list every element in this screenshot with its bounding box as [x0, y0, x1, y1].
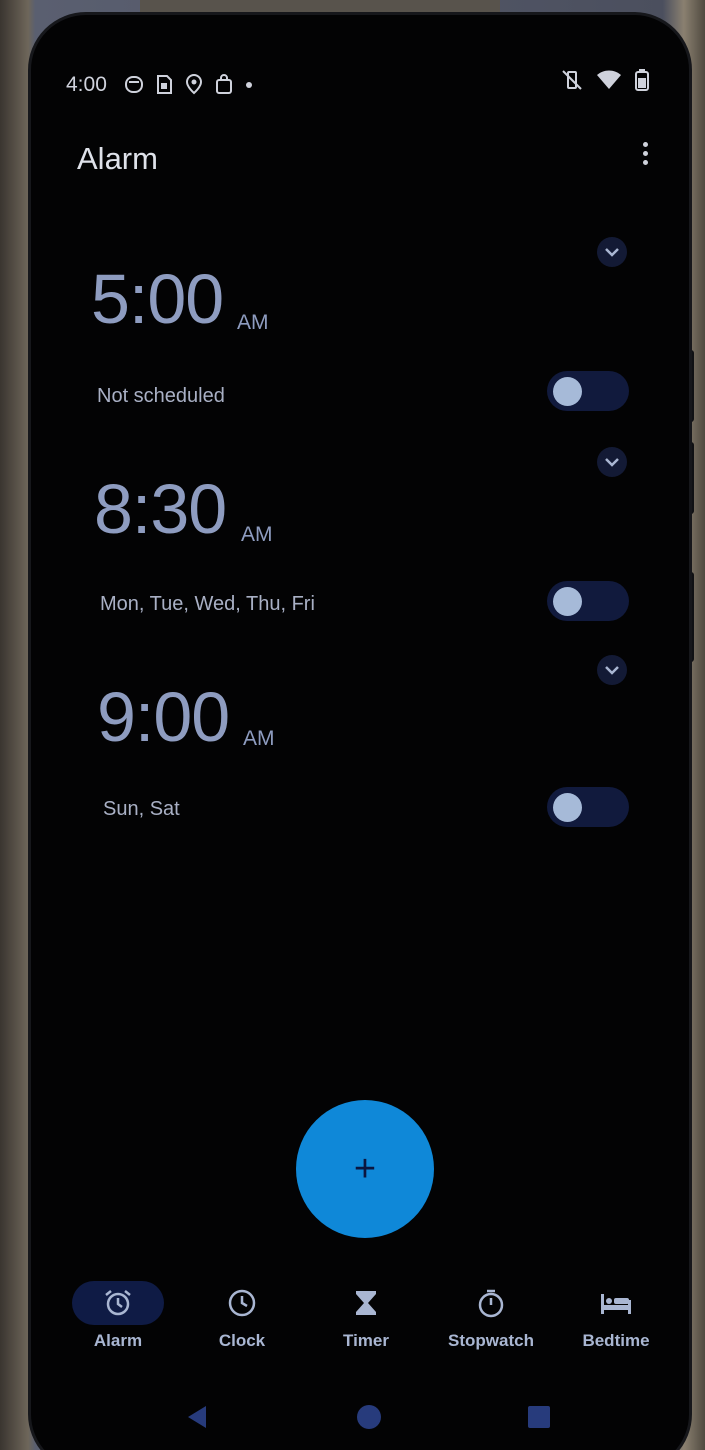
expand-button[interactable] [597, 237, 627, 267]
hourglass-icon [356, 1291, 376, 1315]
alarm-toggle[interactable] [547, 787, 629, 827]
alarm-ampm: AM [237, 311, 269, 334]
alarm-toggle[interactable] [547, 581, 629, 621]
map-pin-icon [185, 73, 203, 95]
status-bar: 4:00 [31, 15, 689, 155]
tab-icon-wrap [306, 1281, 426, 1325]
plus-icon: + [353, 1148, 377, 1190]
tab-icon-wrap [556, 1281, 676, 1325]
back-icon [188, 1406, 206, 1428]
back-button[interactable] [177, 1397, 217, 1437]
toggle-knob [553, 793, 582, 822]
tab-icon-wrap [182, 1281, 302, 1325]
shopping-bag-icon [216, 74, 232, 94]
stopwatch-icon [478, 1289, 504, 1318]
chevron-down-icon [605, 458, 619, 467]
app-notification-icon [125, 76, 143, 93]
clock-icon [228, 1289, 256, 1317]
bottom-navigation: Alarm Clock Timer Stopwatch Bedtime [31, 1281, 689, 1371]
status-time: 4:00 [66, 73, 107, 96]
tab-label: Stopwatch [448, 1331, 534, 1350]
alarm-toggle[interactable] [547, 371, 629, 411]
system-navigation-bar [31, 1397, 689, 1437]
tab-alarm[interactable]: Alarm [58, 1281, 178, 1351]
alarm-schedule[interactable]: Mon, Tue, Wed, Thu, Fri [100, 593, 315, 616]
alarm-item[interactable]: 8:30 AM Mon, Tue, Wed, Thu, Fri [31, 435, 689, 645]
wifi-icon [597, 70, 621, 89]
alarm-schedule[interactable]: Not scheduled [97, 385, 225, 408]
tab-label: Timer [343, 1331, 389, 1350]
alarm-icon [105, 1290, 131, 1316]
more-vert-dot [642, 151, 648, 156]
vibrate-off-icon [562, 70, 582, 90]
tab-bedtime[interactable]: Bedtime [556, 1281, 676, 1351]
alarm-time[interactable]: 5:00 [91, 259, 224, 339]
home-icon [357, 1405, 381, 1429]
tab-timer[interactable]: Timer [306, 1281, 426, 1351]
page-title: Alarm [77, 141, 158, 176]
toggle-knob [553, 377, 582, 406]
battery-icon [635, 69, 649, 91]
phone-screen: 4:00 Alarm 5:00 AM Not scheduled 8:30 AM… [28, 12, 692, 1450]
tab-label: Bedtime [582, 1331, 650, 1350]
tab-icon-wrap [431, 1281, 551, 1325]
recents-icon [528, 1406, 550, 1428]
more-vert-dot [642, 160, 648, 165]
expand-button[interactable] [597, 655, 627, 685]
recents-button[interactable] [519, 1397, 559, 1437]
bed-icon [601, 1294, 631, 1314]
chevron-down-icon [605, 666, 619, 675]
more-vert-icon [642, 142, 648, 147]
alarm-item[interactable]: 9:00 AM Sun, Sat [31, 643, 689, 853]
status-left-icons [125, 73, 253, 95]
status-right-icons [561, 69, 649, 91]
more-options-button[interactable] [633, 139, 657, 171]
tab-label: Alarm [93, 1331, 143, 1350]
chevron-down-icon [605, 248, 619, 257]
alarm-ampm: AM [243, 727, 275, 750]
tab-clock[interactable]: Clock [182, 1281, 302, 1351]
tab-stopwatch[interactable]: Stopwatch [431, 1281, 551, 1351]
toggle-knob [553, 587, 582, 616]
home-button[interactable] [349, 1397, 389, 1437]
alarm-ampm: AM [241, 523, 273, 546]
tab-label: Clock [218, 1331, 266, 1350]
alarm-item[interactable]: 5:00 AM Not scheduled [31, 225, 689, 435]
alarm-time[interactable]: 8:30 [94, 469, 227, 549]
dot-icon [246, 82, 252, 88]
expand-button[interactable] [597, 447, 627, 477]
sim-card-icon [157, 75, 172, 94]
alarm-time[interactable]: 9:00 [97, 677, 230, 757]
active-tab-indicator [72, 1281, 164, 1325]
add-alarm-button[interactable]: + [296, 1100, 434, 1238]
alarm-schedule[interactable]: Sun, Sat [103, 798, 180, 821]
